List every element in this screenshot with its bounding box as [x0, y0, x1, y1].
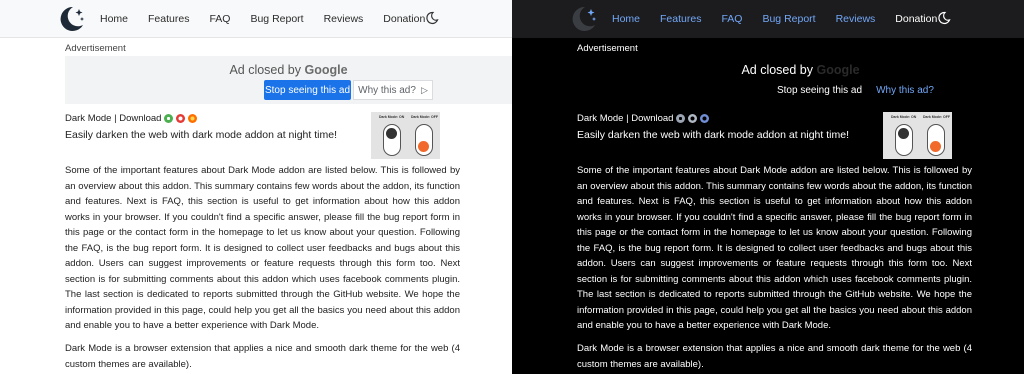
nav-reviews[interactable]: Reviews — [324, 13, 364, 25]
toggle-on-icon — [895, 124, 913, 156]
ad-closed-message: Ad closed by Google — [577, 63, 1024, 77]
preview-label-off: Dark Mode: OFF — [411, 115, 439, 119]
ad-container: Ad closed by Google Stop seeing this ad … — [65, 56, 512, 104]
addon-tagline: Easily darken the web with dark mode add… — [577, 129, 849, 141]
opera-icon[interactable] — [688, 114, 698, 123]
ad-closed-message: Ad closed by Google — [65, 63, 512, 77]
chrome-icon[interactable] — [676, 114, 686, 123]
toggle-knob — [930, 141, 941, 152]
light-theme-view: Home Features FAQ Bug Report Reviews Don… — [0, 0, 512, 374]
why-this-ad-button[interactable]: Why this ad? — [865, 80, 945, 100]
ad-container: Ad closed by Google Stop seeing this ad … — [577, 56, 1024, 104]
toggle-knob — [898, 128, 909, 139]
ad-label: Advertisement — [577, 43, 638, 54]
moon-icon[interactable] — [937, 11, 951, 25]
nav-links: Home Features FAQ Bug Report Reviews Don… — [100, 0, 445, 38]
preview-label-off: Dark Mode: OFF — [923, 115, 951, 119]
toggle-off-icon — [927, 124, 945, 156]
dark-theme-view: Home Features FAQ Bug Report Reviews Don… — [512, 0, 1024, 374]
nav-home[interactable]: Home — [100, 13, 128, 25]
play-triangle-icon: ▷ — [420, 84, 428, 95]
stop-seeing-ad-button[interactable]: Stop seeing this ad — [264, 80, 351, 100]
google-wordmark: Google — [816, 63, 860, 77]
nav-features[interactable]: Features — [660, 13, 701, 25]
addon-preview-image: Dark Mode: ON Dark Mode: OFF — [371, 112, 440, 159]
preview-label-on: Dark Mode: ON — [891, 115, 917, 119]
navbar: Home Features FAQ Bug Report Reviews Don… — [0, 0, 512, 38]
addon-title: Dark Mode | Download — [65, 113, 162, 124]
toggle-on-icon — [383, 124, 401, 156]
moon-icon[interactable] — [425, 11, 439, 25]
intro-paragraph: Some of the important features about Dar… — [577, 165, 972, 331]
nav-reviews[interactable]: Reviews — [836, 13, 876, 25]
nav-donation[interactable]: Donation — [895, 13, 937, 25]
addon-tagline: Easily darken the web with dark mode add… — [65, 129, 337, 141]
navbar: Home Features FAQ Bug Report Reviews Don… — [512, 0, 1024, 38]
google-wordmark: Google — [304, 63, 348, 77]
nav-donation[interactable]: Donation — [383, 13, 425, 25]
toggle-knob — [386, 128, 397, 139]
crescent-moon-logo-icon[interactable] — [567, 3, 599, 35]
ad-label: Advertisement — [65, 43, 126, 54]
addon-download-line: Dark Mode | Download — [577, 113, 710, 124]
nav-bug-report[interactable]: Bug Report — [762, 13, 815, 25]
why-this-ad-label: Why this ad? — [876, 84, 934, 96]
summary-paragraph: Dark Mode is a browser extension that ap… — [65, 343, 460, 370]
nav-features[interactable]: Features — [148, 13, 189, 25]
ad-closed-text: Ad closed by — [229, 63, 302, 77]
crescent-moon-logo-icon[interactable] — [55, 3, 87, 35]
nav-faq[interactable]: FAQ — [209, 13, 230, 25]
firefox-icon[interactable] — [188, 114, 198, 123]
firefox-icon[interactable] — [700, 114, 710, 123]
nav-links: Home Features FAQ Bug Report Reviews Don… — [612, 0, 957, 38]
nav-home[interactable]: Home — [612, 13, 640, 25]
why-this-ad-button[interactable]: Why this ad? ▷ — [353, 80, 433, 100]
chrome-icon[interactable] — [164, 114, 174, 123]
stop-seeing-ad-button[interactable]: Stop seeing this ad — [776, 80, 863, 100]
addon-download-line: Dark Mode | Download — [65, 113, 198, 124]
opera-icon[interactable] — [176, 114, 186, 123]
nav-faq[interactable]: FAQ — [721, 13, 742, 25]
nav-bug-report[interactable]: Bug Report — [250, 13, 303, 25]
addon-title: Dark Mode | Download — [577, 113, 674, 124]
ad-closed-text: Ad closed by — [741, 63, 814, 77]
toggle-knob — [418, 141, 429, 152]
why-this-ad-label: Why this ad? — [358, 84, 416, 96]
addon-preview-image: Dark Mode: ON Dark Mode: OFF — [883, 112, 952, 159]
intro-paragraph: Some of the important features about Dar… — [65, 165, 460, 331]
summary-paragraph: Dark Mode is a browser extension that ap… — [577, 343, 972, 370]
toggle-off-icon — [415, 124, 433, 156]
preview-label-on: Dark Mode: ON — [379, 115, 405, 119]
